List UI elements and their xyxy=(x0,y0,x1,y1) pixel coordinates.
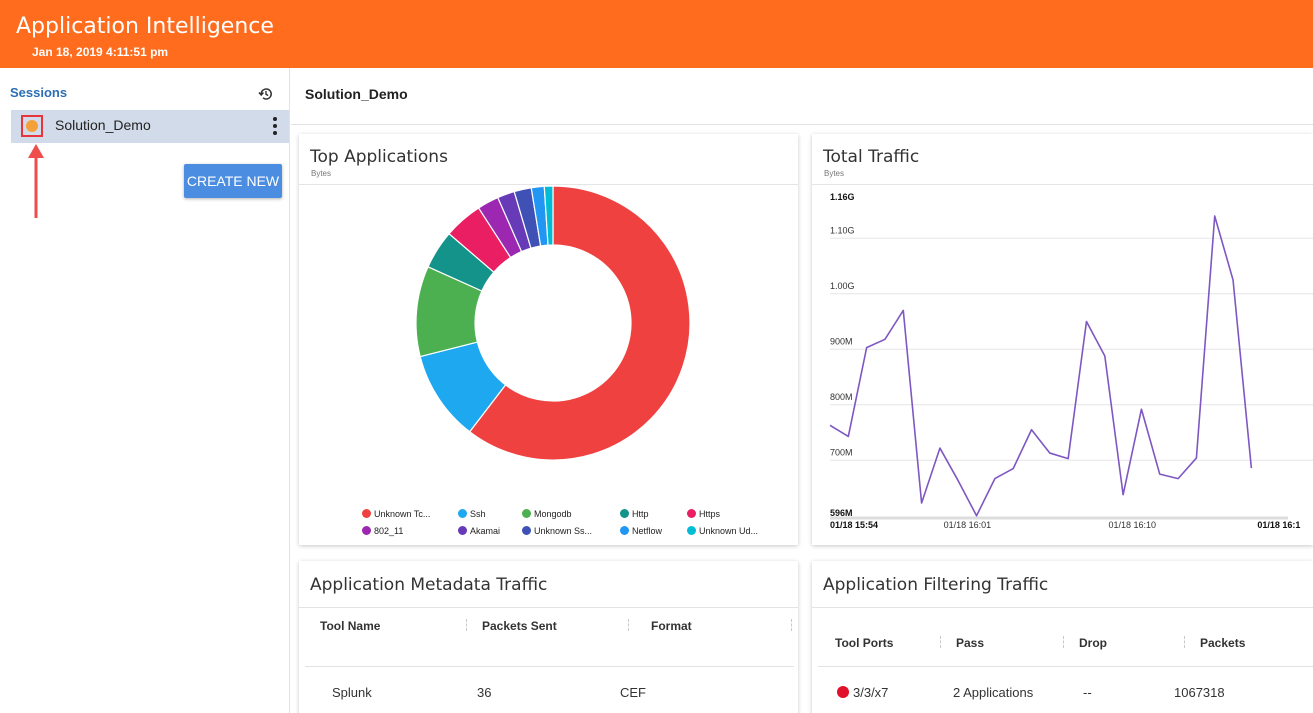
session-status-highlight xyxy=(21,115,43,137)
legend-label: Https xyxy=(699,509,721,519)
port-status-icon xyxy=(837,686,849,698)
column-header-format[interactable]: Format xyxy=(651,619,692,633)
cell-tool-ports[interactable]: 3/3/x7 xyxy=(837,685,888,700)
cell-tool-name: Splunk xyxy=(332,685,372,700)
legend-label: Mongodb xyxy=(534,509,572,519)
session-name: Solution_Demo xyxy=(55,117,151,133)
metadata-traffic-card: Application Metadata Traffic Tool Name P… xyxy=(299,561,798,713)
x-tick-label: 01/18 16:10 xyxy=(1109,520,1157,530)
header-divider xyxy=(305,666,794,667)
y-tick-label: 800M xyxy=(830,392,853,402)
column-header-tool-name[interactable]: Tool Name xyxy=(320,619,380,633)
filtering-traffic-card: Application Filtering Traffic Tool Ports… xyxy=(812,561,1313,713)
column-separator xyxy=(940,636,941,648)
legend-label: Unknown Ud... xyxy=(699,526,759,536)
session-status-dot[interactable] xyxy=(26,120,38,132)
more-options-icon[interactable] xyxy=(270,117,280,137)
line-chart: 596M700M800M900M1.00G1.10G1.16G01/18 15:… xyxy=(829,192,1313,530)
y-tick-label: 1.00G xyxy=(830,281,855,291)
legend-label: Akamai xyxy=(470,526,501,536)
sessions-heading: Sessions xyxy=(10,85,68,100)
legend-item[interactable]: 802_11 xyxy=(362,526,403,536)
legend-dot xyxy=(458,509,467,518)
cell-format: CEF xyxy=(620,685,646,700)
legend-label: Unknown Ss... xyxy=(534,526,593,536)
x-tick-label: 01/18 16:1 xyxy=(1257,520,1300,530)
legend-dot xyxy=(458,526,467,535)
legend-item[interactable]: Netflow xyxy=(620,526,662,536)
column-header-tool-ports[interactable]: Tool Ports xyxy=(835,636,893,650)
page-title: Solution_Demo xyxy=(305,86,408,102)
app-header: Application Intelligence Jan 18, 2019 4:… xyxy=(0,0,1313,68)
column-separator xyxy=(1184,636,1185,648)
column-header-packets-sent[interactable]: Packets Sent xyxy=(482,619,557,633)
app-title: Application Intelligence xyxy=(16,14,274,39)
legend-dot xyxy=(687,526,696,535)
legend-dot xyxy=(362,526,371,535)
cell-packets: 1067318 xyxy=(1174,685,1225,700)
legend-label: 802_11 xyxy=(374,526,404,536)
legend-item[interactable]: Unknown Tc... xyxy=(362,509,430,519)
x-tick-label: 01/18 16:01 xyxy=(944,520,992,530)
cell-packets-sent: 36 xyxy=(477,685,492,700)
create-new-button[interactable]: CREATE NEW xyxy=(184,164,282,198)
legend-item[interactable]: Unknown Ss... xyxy=(522,526,592,536)
sessions-sidebar: Sessions Solution_Demo CREATE NEW xyxy=(0,68,290,713)
cell-pass: 2 Applications xyxy=(953,685,1034,700)
y-tick-label: 1.10G xyxy=(830,225,855,235)
total-traffic-unit: Bytes xyxy=(824,169,845,178)
legend-item[interactable]: Http xyxy=(620,509,649,519)
legend-item[interactable]: Https xyxy=(687,509,720,519)
history-icon[interactable] xyxy=(258,86,274,102)
metadata-traffic-title: Application Metadata Traffic xyxy=(310,575,548,595)
x-tick-label: 01/18 15:54 xyxy=(830,520,878,530)
top-applications-title: Top Applications xyxy=(310,147,448,167)
filtering-traffic-title: Application Filtering Traffic xyxy=(823,575,1049,595)
title-divider xyxy=(291,124,1313,125)
top-applications-unit: Bytes xyxy=(311,169,332,178)
legend-label: Unknown Tc... xyxy=(374,509,431,519)
tool-port-value: 3/3/x7 xyxy=(853,685,889,700)
header-datetime: Jan 18, 2019 4:11:51 pm xyxy=(32,45,169,59)
column-header-drop[interactable]: Drop xyxy=(1079,636,1107,650)
total-traffic-title: Total Traffic xyxy=(823,147,920,167)
column-header-pass[interactable]: Pass xyxy=(956,636,984,650)
legend-dot xyxy=(362,509,371,518)
column-header-packets[interactable]: Packets xyxy=(1200,636,1245,650)
legend-item[interactable]: Mongodb xyxy=(522,509,572,519)
column-separator xyxy=(628,619,629,631)
y-tick-label: 700M xyxy=(830,447,853,457)
y-tick-label: 900M xyxy=(830,336,853,346)
legend-dot xyxy=(522,526,531,535)
donut-chart xyxy=(415,185,691,461)
legend-label: Ssh xyxy=(470,509,486,519)
column-separator xyxy=(1063,636,1064,648)
legend-label: Netflow xyxy=(632,526,663,536)
legend-item[interactable]: Ssh xyxy=(458,509,486,519)
legend-dot xyxy=(620,526,629,535)
top-applications-card: Top Applications Bytes Unknown Tc... Ssh… xyxy=(299,134,798,545)
legend-label: Http xyxy=(632,509,649,519)
total-traffic-card: Total Traffic Bytes 596M 700M 800M 900M 1.00… xyxy=(812,134,1313,545)
traffic-series-line[interactable] xyxy=(829,215,1253,517)
column-separator xyxy=(466,619,467,631)
legend-dot xyxy=(620,509,629,518)
card-divider xyxy=(299,607,798,608)
cell-drop: -- xyxy=(1083,685,1092,700)
annotation-arrow-icon xyxy=(28,144,44,218)
legend-item[interactable]: Akamai xyxy=(458,526,500,536)
legend-dot xyxy=(522,509,531,518)
session-item-solution-demo[interactable]: Solution_Demo xyxy=(11,110,289,143)
header-divider xyxy=(818,666,1313,667)
legend-item[interactable]: Unknown Ud... xyxy=(687,526,758,536)
legend-dot xyxy=(687,509,696,518)
y-tick-label: 1.16G xyxy=(830,192,855,202)
card-divider xyxy=(812,607,1313,608)
column-separator xyxy=(791,619,792,631)
